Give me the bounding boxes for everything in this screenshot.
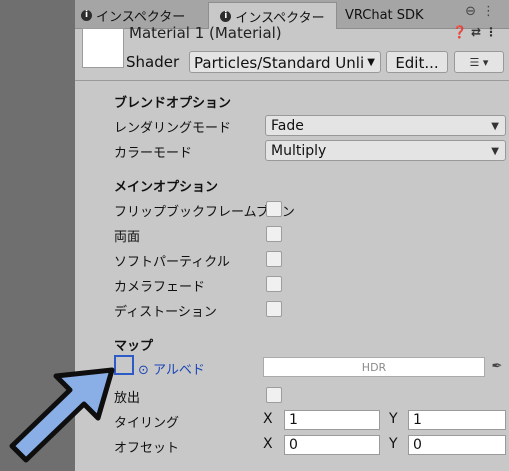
info-icon: i <box>81 10 92 21</box>
shader-dropdown[interactable]: Particles/Standard Unli ▼ <box>189 51 381 73</box>
two-sided-label: 両面 <box>114 230 141 245</box>
list-options-button[interactable]: ☰ ▾ <box>454 51 504 73</box>
chevron-down-icon: ▼ <box>367 57 375 68</box>
material-title: Material 1 (Material) <box>129 24 282 42</box>
offset-y-label: Y <box>389 436 398 452</box>
edit-button[interactable]: Edit... <box>386 51 448 73</box>
camera-fade-label: カメラフェード <box>114 280 206 295</box>
lock-icon[interactable]: ⊖ <box>465 4 482 19</box>
albedo-color-field[interactable]: HDR <box>263 357 485 377</box>
main-options-title: メインオプション <box>114 180 219 195</box>
distortion-label: ディストーション <box>114 305 217 320</box>
pointer-arrow-icon <box>9 367 115 463</box>
color-mode-dropdown[interactable]: Multiply ▼ <box>265 140 506 161</box>
tab-label: VRChat SDK <box>345 8 424 23</box>
tab-label: インスペクター <box>235 10 325 26</box>
menu-icon[interactable]: ⋮ <box>482 4 501 19</box>
soft-particles-label: ソフトパーティクル <box>114 255 230 270</box>
offset-x-field[interactable]: 0 <box>284 435 380 455</box>
more-icon[interactable]: ⋮ <box>485 25 501 39</box>
emission-checkbox[interactable] <box>266 387 282 403</box>
tab-label: インスペクター <box>96 10 186 25</box>
info-icon: i <box>220 10 232 22</box>
offset-x-label: X <box>263 436 273 452</box>
albedo-label[interactable]: ⊙ アルベド <box>138 359 205 378</box>
material-preview-thumbnail <box>82 28 124 68</box>
render-mode-value: Fade <box>271 118 304 134</box>
shader-label: Shader <box>126 53 180 71</box>
soft-particles-checkbox[interactable] <box>266 251 282 267</box>
render-mode-dropdown[interactable]: Fade ▼ <box>265 115 506 136</box>
flipbook-blend-checkbox[interactable] <box>266 201 282 217</box>
eyedropper-icon[interactable]: ✒ <box>487 357 507 377</box>
tiling-x-label: X <box>263 411 273 427</box>
maps-title: マップ <box>114 339 154 354</box>
header-icons: ❓⇄⋮ <box>452 25 501 39</box>
help-icon[interactable]: ❓ <box>452 25 471 39</box>
header-divider <box>75 80 509 81</box>
inspector-panel: i インスペクター i インスペクター VRChat SDK ⊖⋮ Materi… <box>75 0 509 471</box>
camera-fade-checkbox[interactable] <box>266 276 282 292</box>
render-mode-label: レンダリングモード <box>114 121 232 136</box>
offset-y-field[interactable]: 0 <box>408 435 506 455</box>
two-sided-checkbox[interactable] <box>266 226 282 242</box>
tab-actions[interactable]: ⊖⋮ <box>465 4 501 19</box>
preset-icon[interactable]: ⇄ <box>471 25 485 39</box>
color-mode-label: カラーモード <box>114 146 193 161</box>
tiling-y-field[interactable]: 1 <box>408 410 506 430</box>
blend-options-title: ブレンドオプション <box>114 96 232 111</box>
chevron-down-icon: ▼ <box>491 146 499 157</box>
distortion-checkbox[interactable] <box>266 301 282 317</box>
shader-value: Particles/Standard Unli <box>194 54 365 72</box>
chevron-down-icon: ▼ <box>491 121 499 132</box>
tab-vrchat-sdk[interactable]: VRChat SDK <box>345 3 424 28</box>
color-mode-value: Multiply <box>271 143 327 159</box>
tiling-x-field[interactable]: 1 <box>284 410 380 430</box>
tiling-y-label: Y <box>389 411 398 427</box>
